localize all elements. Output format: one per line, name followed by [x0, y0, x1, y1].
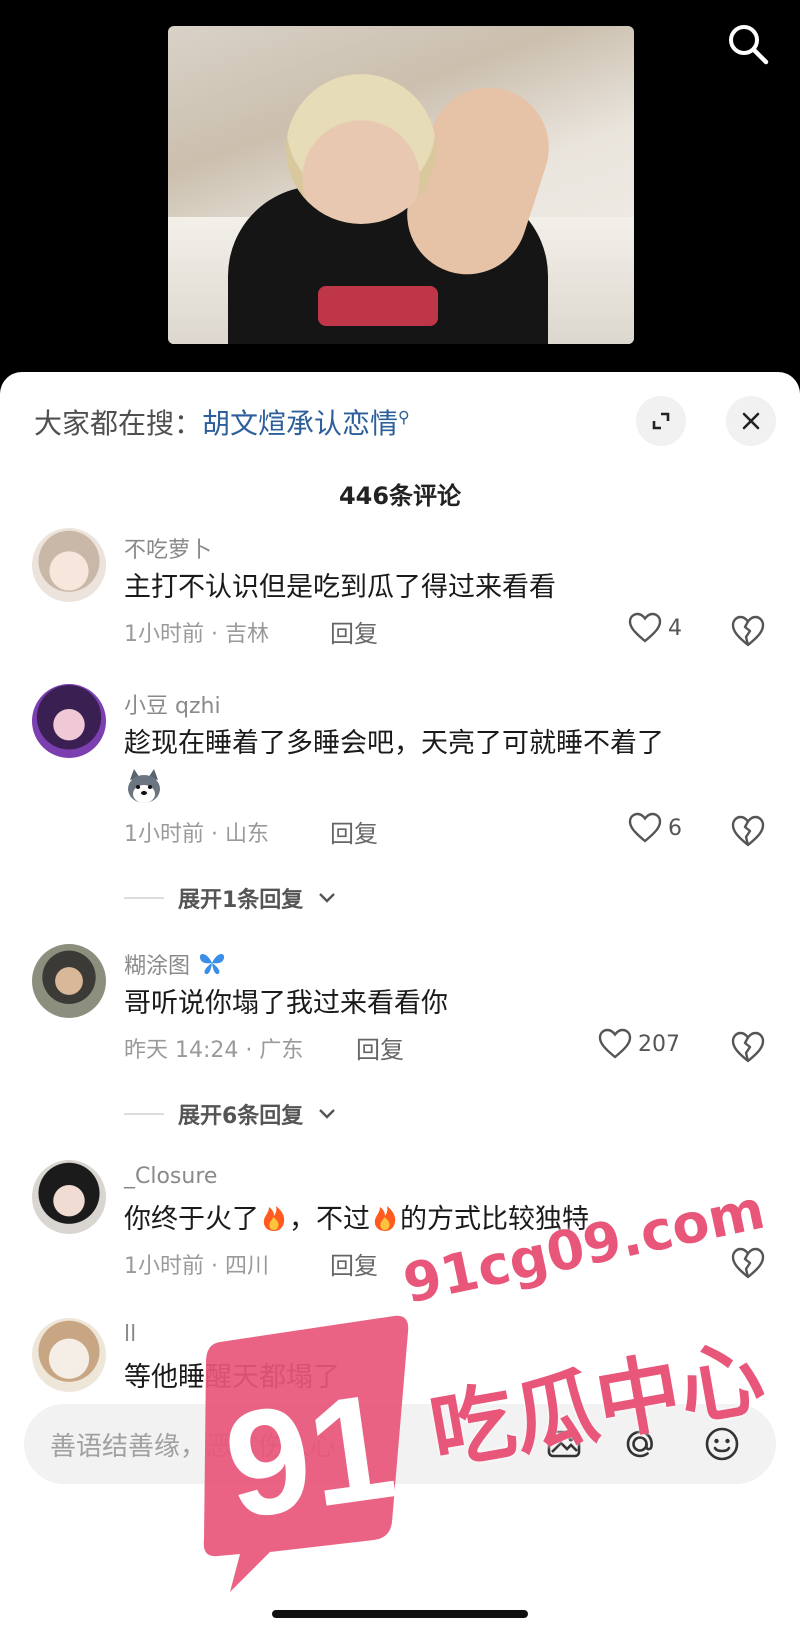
expand-replies-button[interactable]: 展开1条回复 [124, 882, 337, 914]
comment-text-part: ，不过 [289, 1204, 370, 1235]
expand-replies-label: 展开6条回复 [178, 1104, 304, 1129]
expand-replies-label: 展开1条回复 [178, 888, 304, 913]
divider [124, 897, 164, 899]
broken-heart-icon [731, 1031, 765, 1063]
husky-sticker [124, 766, 164, 806]
broken-heart-icon [731, 615, 765, 647]
comment-time-location: 1小时前 · 四川 [124, 1254, 269, 1279]
comment-time-location: 1小时前 · 吉林 [124, 622, 269, 647]
heart-icon [628, 812, 662, 843]
like-button[interactable]: 207 [598, 1028, 680, 1060]
reply-button[interactable]: 回复 [356, 1030, 404, 1065]
butterfly-icon [197, 948, 227, 978]
like-count: 6 [668, 815, 682, 841]
broken-heart-icon [731, 815, 765, 847]
username-text: 糊涂图 [124, 954, 191, 979]
watermark-badge: 91 [196, 1312, 418, 1596]
comment-text: 哥听说你塌了我过来看看你 [124, 988, 448, 1019]
magnifier-small-icon: ⚲ [398, 407, 410, 427]
username[interactable]: 小豆 qzhi [124, 688, 221, 720]
divider [124, 1113, 164, 1115]
comment-text-body: 趁现在睡着了多睡会吧，天亮了可就睡不着了 [124, 728, 664, 759]
reply-button[interactable]: 回复 [330, 1246, 378, 1281]
avatar[interactable] [32, 684, 106, 758]
chevron-down-icon [319, 1109, 336, 1119]
fire-icon [259, 1203, 289, 1233]
like-button[interactable]: 6 [628, 812, 682, 844]
dislike-button[interactable] [730, 1246, 766, 1282]
username[interactable]: _Closure [124, 1164, 217, 1189]
video-thumbnail [168, 26, 634, 344]
dislike-button[interactable] [730, 814, 766, 850]
like-count: 4 [668, 615, 682, 641]
expand-replies-button[interactable]: 展开6条回复 [124, 1098, 337, 1130]
heart-icon [628, 612, 662, 643]
chevron-down-icon [319, 893, 336, 903]
avatar[interactable] [32, 944, 106, 1018]
comment-text: 主打不认识但是吃到瓜了得过来看看 [124, 572, 556, 603]
trending-keyword[interactable]: 胡文煊承认恋情 [202, 407, 398, 440]
like-button[interactable]: 4 [628, 612, 682, 644]
comment-time-location: 昨天 14:24 · 广东 [124, 1038, 304, 1063]
avatar[interactable] [32, 528, 106, 602]
like-count: 207 [638, 1031, 680, 1057]
reply-button[interactable]: 回复 [330, 814, 378, 849]
broken-heart-icon [731, 1247, 765, 1279]
expand-icon [652, 412, 670, 430]
reply-button[interactable]: 回复 [330, 614, 378, 649]
search-icon[interactable] [726, 22, 770, 66]
expand-button[interactable] [636, 396, 686, 446]
avatar[interactable] [32, 1160, 106, 1234]
comment-time-location: 1小时前 · 山东 [124, 822, 269, 847]
trending-search[interactable]: 大家都在搜：胡文煊承认恋情⚲ [34, 402, 410, 442]
close-button[interactable] [726, 396, 776, 446]
username[interactable]: ll [124, 1322, 136, 1347]
comment-text: 趁现在睡着了多睡会吧，天亮了可就睡不着了 [124, 722, 764, 815]
username[interactable]: 糊涂图 [124, 948, 227, 980]
username[interactable]: 不吃萝卜 [124, 532, 212, 564]
video-area[interactable] [0, 0, 800, 372]
comment-text-part: 你终于火了 [124, 1204, 259, 1235]
dislike-button[interactable] [730, 614, 766, 650]
trending-prefix: 大家都在搜： [34, 407, 203, 440]
heart-icon [598, 1028, 632, 1059]
close-icon [742, 412, 760, 430]
fire-icon [370, 1203, 400, 1233]
dislike-button[interactable] [730, 1030, 766, 1066]
comment-count: 446条评论 [338, 482, 462, 510]
home-indicator [272, 1610, 528, 1618]
watermark-badge-text: 91 [216, 1361, 405, 1551]
avatar[interactable] [32, 1318, 106, 1392]
